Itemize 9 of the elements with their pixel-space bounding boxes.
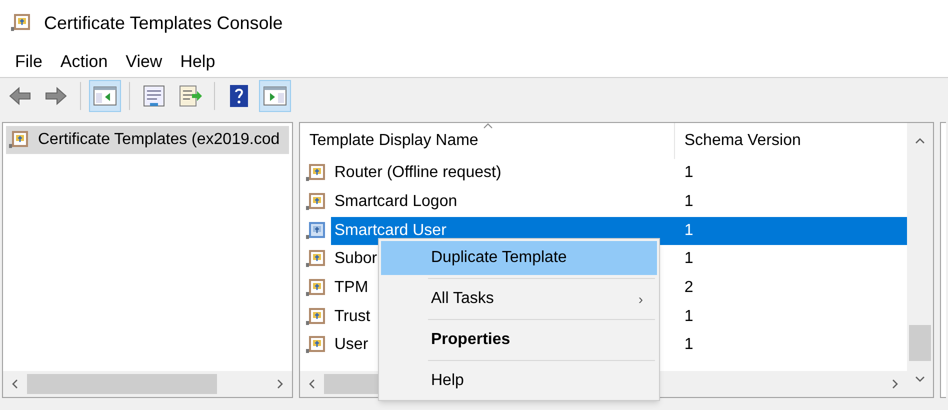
table-cell-text: 2 xyxy=(683,278,694,298)
table-cell-text: 1 xyxy=(683,163,694,184)
table-cell: 1 xyxy=(675,216,908,245)
table-cell-text: 1 xyxy=(683,192,694,212)
window-title: Certificate Templates Console xyxy=(44,12,283,35)
table-cell-text: 1 xyxy=(683,335,694,356)
table-cell-text: 1 xyxy=(683,306,694,327)
table-cell-text: 1 xyxy=(683,249,694,270)
submenu-arrow-icon: › xyxy=(638,288,643,310)
